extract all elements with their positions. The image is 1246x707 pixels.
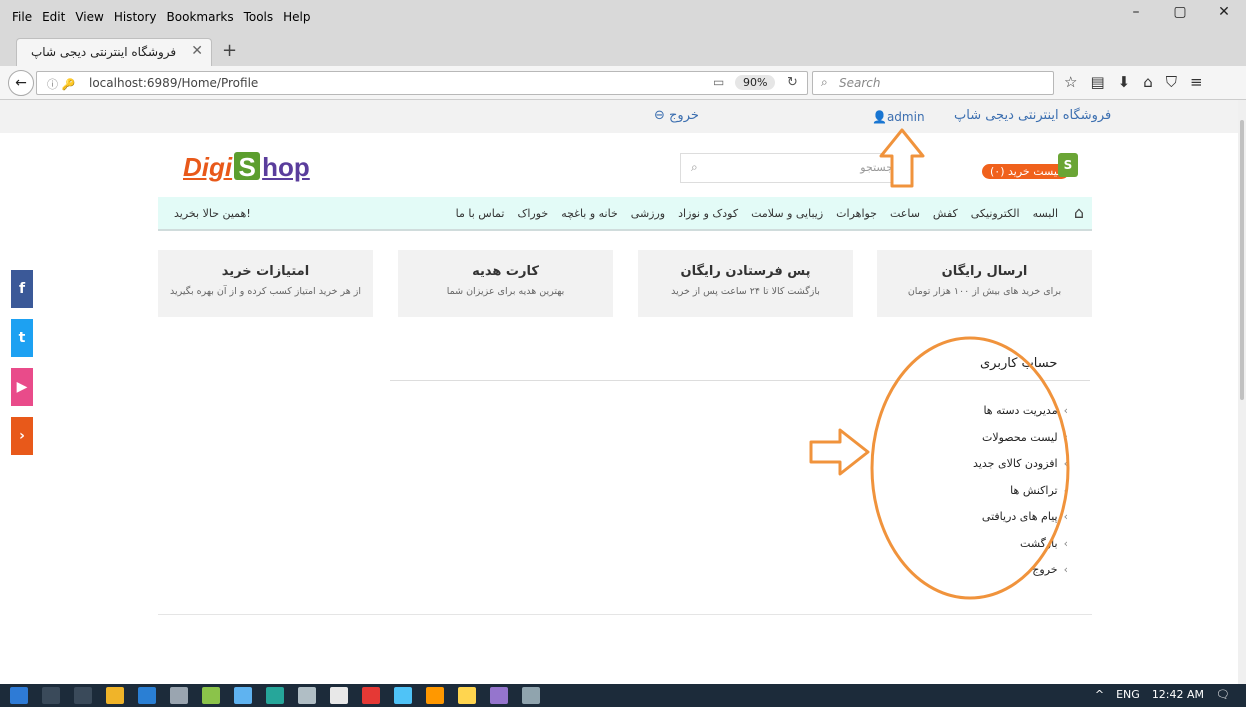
system-tray: ^ ENG 12:42 AM 🗨 (1095, 688, 1230, 701)
menu-file[interactable]: File (12, 10, 32, 24)
menu-view[interactable]: View (75, 10, 103, 24)
app-p-icon[interactable] (362, 687, 380, 704)
annotation-arrow-up (879, 128, 925, 188)
file-explorer-icon[interactable] (106, 687, 124, 704)
menu-items: File Edit View History Bookmarks Tools H… (12, 10, 311, 24)
start-icon[interactable] (10, 687, 28, 704)
url-bar[interactable]: ⓘ 🔑 localhost:6989/Home/Profile ▭ 90% ↻ (36, 71, 808, 95)
clock[interactable]: 12:42 AM (1152, 688, 1204, 701)
toolbar-icons: ☆ ▤ ⬇ ⌂ ⛉ ≡ (1064, 73, 1203, 91)
search-icon[interactable] (42, 687, 60, 704)
hamburger-menu-icon[interactable]: ≡ (1190, 73, 1203, 91)
calculator-icon[interactable] (170, 687, 188, 704)
annotation-circle (870, 336, 1070, 600)
visual-studio-icon[interactable] (490, 687, 508, 704)
maximize-button[interactable]: ▢ (1158, 4, 1202, 20)
new-tab-button[interactable]: + (222, 40, 237, 61)
annotation-arrow-right (809, 428, 870, 476)
firefox-icon[interactable] (426, 687, 444, 704)
search-icon: ⌕ (821, 75, 828, 89)
tab-close-icon[interactable]: ✕ (191, 43, 203, 59)
library-icon[interactable]: ▤ (1090, 73, 1104, 91)
browser-search-input[interactable]: ⌕ Search (812, 71, 1054, 95)
zoom-level[interactable]: 90% (735, 75, 776, 90)
app-last-icon[interactable] (522, 687, 540, 704)
edge-icon[interactable] (138, 687, 156, 704)
page-scrollbar[interactable] (1238, 100, 1246, 684)
url-text[interactable]: localhost:6989/Home/Profile (89, 76, 258, 90)
jetbrains-icon[interactable] (330, 687, 348, 704)
bookmark-star-icon[interactable]: ☆ (1064, 73, 1077, 91)
android-icon[interactable] (202, 687, 220, 704)
pocket-icon[interactable]: ⛉ (1166, 73, 1177, 91)
annotation-layer (809, 128, 1070, 600)
navigation-bar: ← ⓘ 🔑 localhost:6989/Home/Profile ▭ 90% … (0, 66, 1246, 100)
downloads-icon[interactable]: ⬇ (1118, 73, 1131, 91)
scrollbar-thumb[interactable] (1240, 120, 1244, 400)
window-controls: – ▢ ✕ (1114, 4, 1246, 20)
menu-history[interactable]: History (114, 10, 157, 24)
arduino-icon[interactable] (266, 687, 284, 704)
vscode-icon[interactable] (234, 687, 252, 704)
tab-strip: فروشگاه اینترنتی دیجی شاپ ✕ + (0, 34, 1246, 66)
notepad-icon[interactable] (458, 687, 476, 704)
web-page: فروشگاه اینترنتی دیجی شاپ 👤admin ⊖ خروج … (0, 100, 1238, 684)
menu-help[interactable]: Help (283, 10, 310, 24)
search-placeholder: Search (839, 76, 881, 90)
minimize-button[interactable]: – (1114, 4, 1158, 20)
site-info-icon[interactable]: ⓘ 🔑 (47, 76, 75, 92)
taskbar-icons (10, 687, 540, 704)
menu-bar: File Edit View History Bookmarks Tools H… (0, 0, 1246, 34)
task-view-icon[interactable] (74, 687, 92, 704)
back-button[interactable]: ← (8, 70, 34, 96)
menu-bookmarks[interactable]: Bookmarks (167, 10, 234, 24)
tab-title: فروشگاه اینترنتی دیجی شاپ (31, 45, 177, 59)
language-indicator[interactable]: ENG (1116, 688, 1140, 701)
home-icon[interactable]: ⌂ (1143, 73, 1153, 91)
browser-tab[interactable]: فروشگاه اینترنتی دیجی شاپ ✕ (16, 38, 212, 66)
reader-view-icon[interactable]: ▭ (713, 75, 724, 89)
app-icon[interactable] (298, 687, 316, 704)
menu-edit[interactable]: Edit (42, 10, 65, 24)
virtualbox-icon[interactable] (394, 687, 412, 704)
tray-expand-icon[interactable]: ^ (1095, 688, 1104, 701)
menu-tools[interactable]: Tools (244, 10, 274, 24)
reload-icon[interactable]: ↻ (787, 75, 798, 90)
windows-taskbar: ^ ENG 12:42 AM 🗨 (0, 684, 1246, 707)
notification-icon[interactable]: 🗨 (1216, 688, 1230, 701)
close-window-button[interactable]: ✕ (1202, 4, 1246, 20)
